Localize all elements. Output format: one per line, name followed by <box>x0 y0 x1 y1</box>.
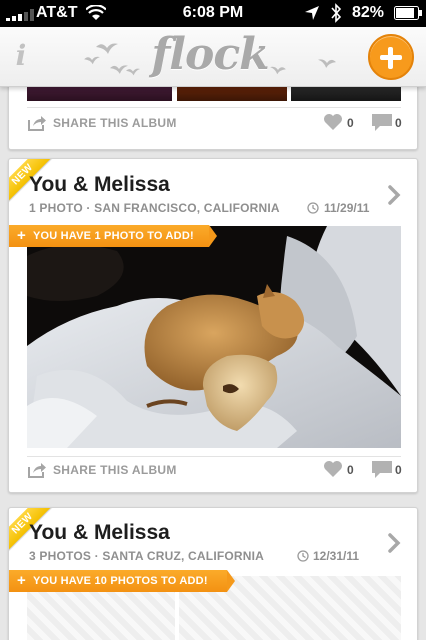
album-meta: 3 PHOTOS · SANTA CRUZ, CALIFORNIA <box>29 549 265 563</box>
heart-icon[interactable] <box>323 460 343 478</box>
comment-count: 0 <box>395 463 402 477</box>
info-button[interactable]: i <box>10 41 32 71</box>
share-album-link[interactable]: SHARE THIS ALBUM <box>53 116 177 130</box>
photos-to-add-label: YOU HAVE 1 PHOTO TO ADD! <box>32 230 194 242</box>
location-icon <box>305 6 319 20</box>
album-card[interactable]: NEW You & Melissa 3 PHOTOS · SANTA CRUZ,… <box>8 507 418 640</box>
plus-icon: + <box>17 572 26 589</box>
dog-photo-image <box>27 226 401 448</box>
nav-bar: i flock <box>0 27 426 87</box>
bird-icon <box>318 59 336 68</box>
divider <box>27 107 401 108</box>
add-button[interactable] <box>368 34 414 80</box>
share-album-link[interactable]: SHARE THIS ALBUM <box>53 463 177 477</box>
comment-icon[interactable] <box>371 460 393 480</box>
album-date: 12/31/11 <box>313 549 360 563</box>
clock-icon <box>297 550 309 562</box>
like-count: 0 <box>347 463 354 477</box>
bird-icon <box>270 66 286 75</box>
plus-icon: + <box>17 227 26 244</box>
divider <box>27 456 401 457</box>
bird-icon <box>96 43 118 54</box>
chevron-right-icon[interactable] <box>387 532 401 554</box>
status-bar: AT&T 6:08 PM 82% <box>0 0 426 27</box>
bluetooth-icon <box>331 3 342 23</box>
album-meta: 1 PHOTO · SAN FRANCISCO, CALIFORNIA <box>29 201 280 215</box>
share-icon[interactable] <box>27 461 47 479</box>
like-count: 0 <box>347 116 354 130</box>
battery-percent: 82% <box>352 4 385 21</box>
share-icon[interactable] <box>27 114 47 132</box>
photos-to-add-banner[interactable]: + YOU HAVE 10 PHOTOS TO ADD! <box>9 570 235 592</box>
comment-icon[interactable] <box>371 113 393 133</box>
chevron-right-icon[interactable] <box>387 184 401 206</box>
flock-logo: flock <box>151 29 269 80</box>
battery-icon <box>394 6 422 20</box>
album-title[interactable]: You & Melissa <box>29 521 170 545</box>
clock-icon <box>307 202 319 214</box>
album-title[interactable]: You & Melissa <box>29 173 170 197</box>
bird-icon <box>126 68 140 76</box>
bird-icon <box>84 56 100 65</box>
album-actions: SHARE THIS ALBUM 0 0 <box>27 458 402 484</box>
photos-to-add-label: YOU HAVE 10 PHOTOS TO ADD! <box>32 575 208 587</box>
heart-icon[interactable] <box>323 113 343 131</box>
album-photo[interactable] <box>27 226 401 448</box>
album-card[interactable]: NEW You & Melissa 1 PHOTO · SAN FRANCISC… <box>8 158 418 493</box>
album-actions: SHARE THIS ALBUM 0 0 <box>27 111 402 137</box>
album-date: 11/29/11 <box>324 201 370 215</box>
comment-count: 0 <box>395 116 402 130</box>
photos-to-add-banner[interactable]: + YOU HAVE 1 PHOTO TO ADD! <box>9 225 217 247</box>
